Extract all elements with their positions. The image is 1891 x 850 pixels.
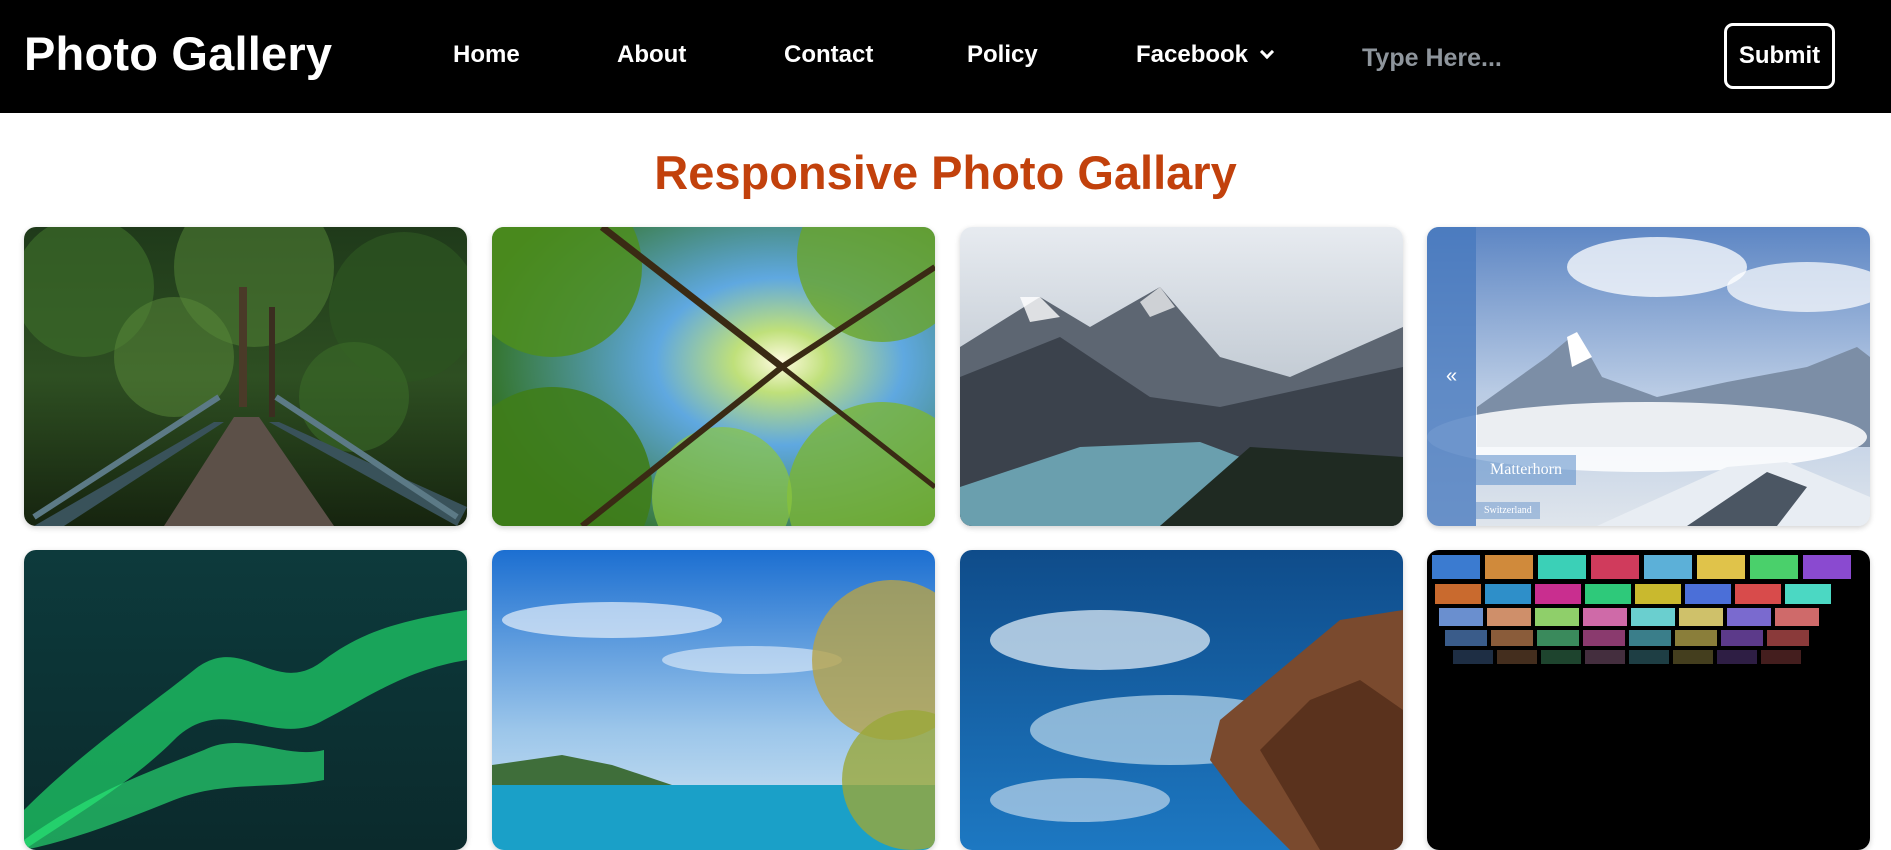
nav-facebook-dropdown[interactable]: Facebook [1136,40,1275,70]
tropical-coast-image [492,550,935,850]
mountain-lake-image [960,227,1403,526]
gallery-photo-ocean-rocks[interactable] [960,550,1403,850]
chevron-down-icon [1259,44,1275,59]
gallery-photo-tree-canopy[interactable] [492,227,935,526]
nav-facebook-label: Facebook [1136,41,1249,68]
slide-caption-title: Matterhorn [1476,455,1576,485]
gallery-photo-aurora[interactable] [24,550,467,850]
site-brand[interactable]: Photo Gallery [24,24,332,84]
gallery-photo-mountain-lake[interactable] [960,227,1403,526]
aurora-image [24,550,467,850]
nav-about[interactable]: About [617,40,686,70]
forest-bridge-image [24,227,467,526]
nav-policy[interactable]: Policy [967,40,1038,70]
submit-button[interactable]: Submit [1724,23,1835,89]
double-chevron-left-icon: « [1445,365,1458,387]
nav-home[interactable]: Home [453,40,520,70]
page-title: Responsive Photo Gallary [654,146,1237,199]
gallery-photo-forest-bridge[interactable] [24,227,467,526]
search-input[interactable] [1362,36,1662,80]
navbar: Photo Gallery Home About Contact Policy … [0,0,1891,113]
gallery-photo-screen-wall[interactable] [1427,550,1870,850]
slider-prev-button[interactable]: « [1427,227,1476,526]
nav-contact[interactable]: Contact [784,40,873,70]
gallery-photo-tropical-coast[interactable] [492,550,935,850]
screen-wall-image [1427,550,1870,850]
tree-canopy-image [492,227,935,526]
gallery-slider-matterhorn[interactable]: « Matterhorn Switzerland [1427,227,1870,526]
ocean-rocks-image [960,550,1403,850]
slide-caption-subtitle: Switzerland [1476,502,1540,519]
